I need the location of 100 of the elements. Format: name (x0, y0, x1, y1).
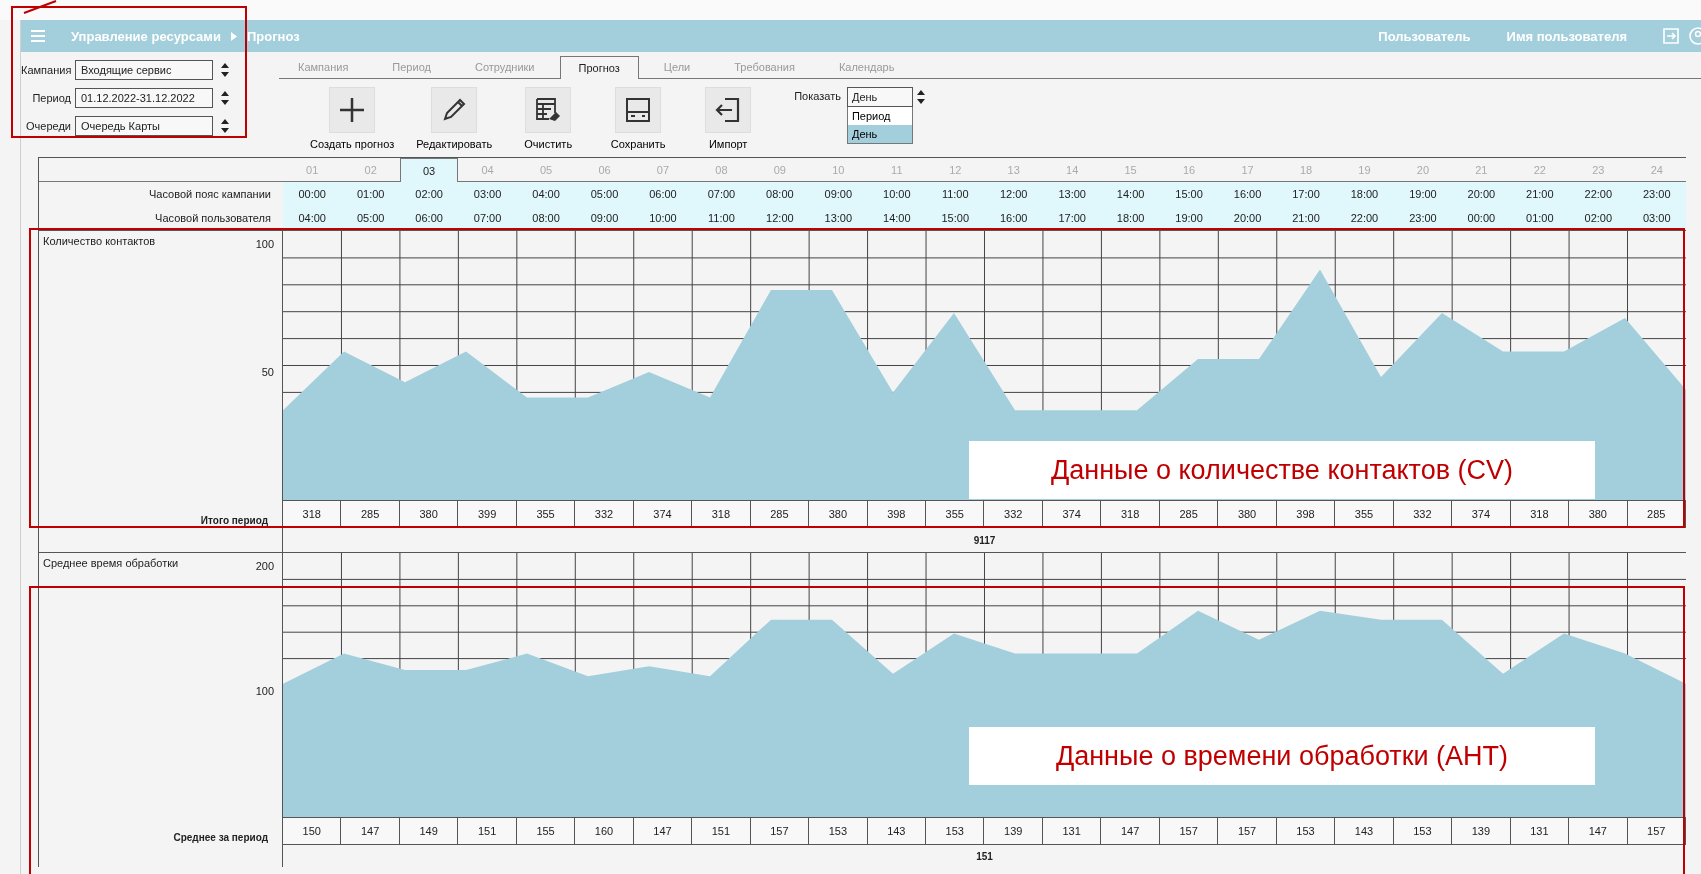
select-field[interactable]: День (846, 87, 913, 107)
tab[interactable]: Цели (644, 55, 710, 78)
time-cell: 16:00 (1218, 182, 1277, 206)
toolbar-button[interactable]: Сохранить (604, 87, 673, 150)
time-cell: 14:00 (1101, 182, 1160, 206)
time-cell: 04:00 (516, 182, 576, 206)
field-label: Кампания (21, 64, 71, 76)
stepper-icon[interactable] (221, 119, 229, 133)
total-cell: 131 (1510, 817, 1570, 844)
period-total: 9117 (283, 527, 1686, 552)
total-cell: 285 (341, 500, 400, 527)
time-cell: 19:00 (1393, 182, 1453, 206)
time-cell: 16:00 (984, 206, 1043, 230)
total-cell: 155 (516, 817, 576, 844)
axis-tick-label: 200 (255, 559, 274, 572)
time-cell: 11:00 (926, 182, 985, 206)
total-cell: 318 (1101, 500, 1160, 527)
callout-label: Данные о количестве контактов (CV) (969, 441, 1595, 499)
total-cell: 147 (1569, 817, 1628, 844)
total-cell: 355 (926, 500, 985, 527)
total-cell: 143 (1335, 817, 1394, 844)
total-cell: 332 (575, 500, 634, 527)
tab[interactable]: Календарь (819, 55, 914, 78)
total-cell: 143 (867, 817, 927, 844)
total-cell: 147 (633, 817, 693, 844)
time-cell: 08:00 (750, 182, 810, 206)
toolbar-button[interactable]: Редактировать (416, 87, 493, 150)
total-cell: 153 (926, 817, 985, 844)
time-cell: 02:00 (399, 182, 459, 206)
axis-tick-label: 100 (255, 237, 274, 250)
select-field[interactable]: Очередь Карты (75, 116, 213, 136)
field-label: Очереди (25, 120, 71, 132)
stepper-icon[interactable] (221, 91, 229, 105)
chart-title: Среднее время обработки (43, 557, 179, 569)
total-cell: 399 (458, 500, 517, 527)
breadcrumb-caret-icon (230, 31, 237, 41)
total-cell: 147 (1101, 817, 1160, 844)
time-cell: 04:00 (283, 206, 342, 230)
total-cell: 157 (1627, 817, 1686, 844)
time-cell: 09:00 (809, 182, 868, 206)
tab[interactable]: Кампания (279, 55, 368, 78)
total-cell: 157 (1159, 817, 1219, 844)
row-label: Часовой пояс кампании (148, 187, 272, 202)
time-cell: 20:00 (1452, 182, 1511, 206)
row-label: Часовой пользователя (154, 211, 272, 226)
total-cell: 153 (1393, 817, 1453, 844)
time-cell: 22:00 (1335, 206, 1394, 230)
time-cell: 00:00 (1452, 206, 1511, 230)
stepper-icon[interactable] (221, 63, 229, 77)
total-cell: 149 (399, 817, 459, 844)
total-cell: 160 (575, 817, 634, 844)
day-tab[interactable]: 03 (399, 158, 459, 182)
total-cell: 332 (984, 500, 1043, 527)
total-cell: 131 (1042, 817, 1102, 844)
time-cell: 13:00 (1042, 182, 1102, 206)
time-cell: 17:00 (1276, 182, 1336, 206)
time-cell: 15:00 (926, 206, 985, 230)
user-label: Пользователь (1378, 28, 1471, 44)
total-cell: 139 (984, 817, 1043, 844)
total-cell: 374 (1452, 500, 1511, 527)
time-cell: 03:00 (458, 182, 517, 206)
user-name: Имя пользователя (1506, 28, 1627, 44)
time-cell: 18:00 (1335, 182, 1394, 206)
total-cell: 318 (283, 500, 342, 527)
toolbar-button[interactable]: Импорт (694, 87, 763, 150)
stepper-icon[interactable] (916, 90, 925, 104)
breadcrumb-item[interactable]: Управление ресурсами (71, 28, 221, 44)
time-cell: 00:00 (283, 182, 342, 206)
chart-title: Количество контактов (43, 235, 156, 247)
tab[interactable]: Период (373, 55, 450, 78)
total-cell: 318 (692, 500, 751, 527)
field-label: Показать (794, 89, 841, 102)
tab[interactable]: Требования (715, 55, 814, 78)
select-field[interactable]: Входящие сервис (75, 60, 213, 80)
callout-label: Данные о времени обработки (АНТ) (969, 727, 1595, 785)
total-cell: 151 (458, 817, 517, 844)
total-cell: 151 (692, 817, 751, 844)
select-field[interactable]: 01.12.2022-31.12.2022 (75, 88, 213, 108)
time-cell: 07:00 (458, 206, 517, 230)
time-cell: 21:00 (1510, 182, 1570, 206)
tab[interactable]: Прогноз (559, 56, 639, 79)
time-cell: 12:00 (984, 182, 1043, 206)
time-cell: 06:00 (633, 182, 693, 206)
time-cell: 01:00 (341, 182, 400, 206)
breadcrumb-item[interactable]: Прогноз (246, 28, 300, 44)
time-cell: 20:00 (1218, 206, 1277, 230)
total-cell: 147 (341, 817, 400, 844)
tab[interactable]: Сотрудники (455, 55, 554, 78)
toolbar-button[interactable]: Создать прогноз (310, 87, 395, 150)
time-cell: 02:00 (1569, 206, 1628, 230)
total-cell: 139 (1452, 817, 1511, 844)
time-cell: 05:00 (575, 182, 634, 206)
toolbar-button[interactable]: Очистить (514, 87, 583, 150)
total-cell: 153 (809, 817, 868, 844)
dropdown-option[interactable]: День (847, 125, 912, 143)
axis-tick-label: 100 (255, 685, 274, 698)
total-cell: 157 (750, 817, 810, 844)
time-cell: 22:00 (1569, 182, 1628, 206)
period-total: 151 (283, 844, 1686, 867)
total-cell: 380 (809, 500, 868, 527)
